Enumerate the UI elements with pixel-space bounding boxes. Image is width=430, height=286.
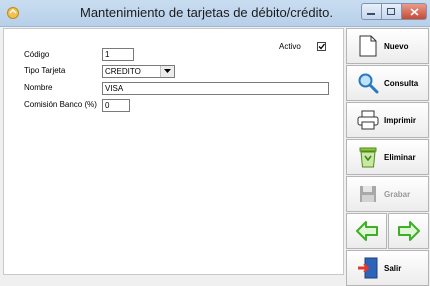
- codigo-label: Código: [24, 50, 50, 59]
- arrow-left-icon: [355, 221, 378, 241]
- minimize-button[interactable]: [361, 3, 382, 20]
- tipo-tarjeta-value: CREDITO: [105, 67, 141, 76]
- arrow-right-icon: [397, 221, 420, 241]
- window-controls: [361, 3, 427, 21]
- imprimir-button[interactable]: Imprimir: [346, 102, 429, 138]
- dropdown-button[interactable]: [160, 66, 174, 77]
- window-title: Mantenimiento de tarjetas de débito/créd…: [80, 5, 333, 20]
- codigo-input[interactable]: 1: [102, 48, 134, 61]
- activo-label: Activo: [279, 42, 301, 51]
- nuevo-button[interactable]: Nuevo: [346, 28, 429, 64]
- side-toolbar: Nuevo Consulta Imprimir Eliminar Grabar: [346, 28, 430, 286]
- activo-checkbox[interactable]: [317, 42, 326, 51]
- consulta-button[interactable]: Consulta: [346, 65, 429, 101]
- minimize-icon: [367, 12, 375, 15]
- nuevo-label: Nuevo: [384, 41, 409, 51]
- eliminar-label: Eliminar: [384, 152, 416, 162]
- nombre-input[interactable]: VISA: [102, 82, 329, 95]
- eliminar-button[interactable]: Eliminar: [346, 139, 429, 175]
- close-button[interactable]: [402, 3, 427, 20]
- siguiente-button[interactable]: [388, 213, 429, 249]
- new-document-icon: [356, 34, 380, 58]
- tipo-tarjeta-label: Tipo Tarjeta: [24, 66, 66, 75]
- title-bar: Mantenimiento de tarjetas de débito/créd…: [0, 0, 430, 27]
- anterior-button[interactable]: [346, 213, 387, 249]
- salir-label: Salir: [384, 263, 402, 273]
- salir-button[interactable]: Salir: [346, 250, 429, 286]
- comision-label: Comisión Banco (%): [24, 100, 97, 109]
- maximize-button[interactable]: [382, 3, 402, 20]
- form-panel: Código 1 Tipo Tarjeta CREDITO Nombre VIS…: [3, 28, 344, 275]
- tipo-tarjeta-select[interactable]: CREDITO: [102, 65, 175, 78]
- grabar-label: Grabar: [384, 189, 411, 199]
- imprimir-label: Imprimir: [384, 115, 417, 125]
- recycle-bin-icon: [356, 145, 380, 169]
- close-icon: [409, 7, 419, 16]
- comision-input[interactable]: 0: [102, 99, 130, 112]
- consulta-label: Consulta: [384, 78, 419, 88]
- exit-door-icon: [356, 256, 380, 280]
- printer-icon: [356, 108, 380, 132]
- chevron-down-icon: [164, 69, 171, 73]
- magnifier-icon: [356, 71, 380, 95]
- app-icon: [7, 7, 19, 19]
- floppy-disk-icon: [356, 182, 380, 206]
- grabar-button[interactable]: Grabar: [346, 176, 429, 212]
- maximize-icon: [387, 7, 395, 15]
- nombre-label: Nombre: [24, 83, 53, 92]
- checkmark-icon: [318, 43, 325, 50]
